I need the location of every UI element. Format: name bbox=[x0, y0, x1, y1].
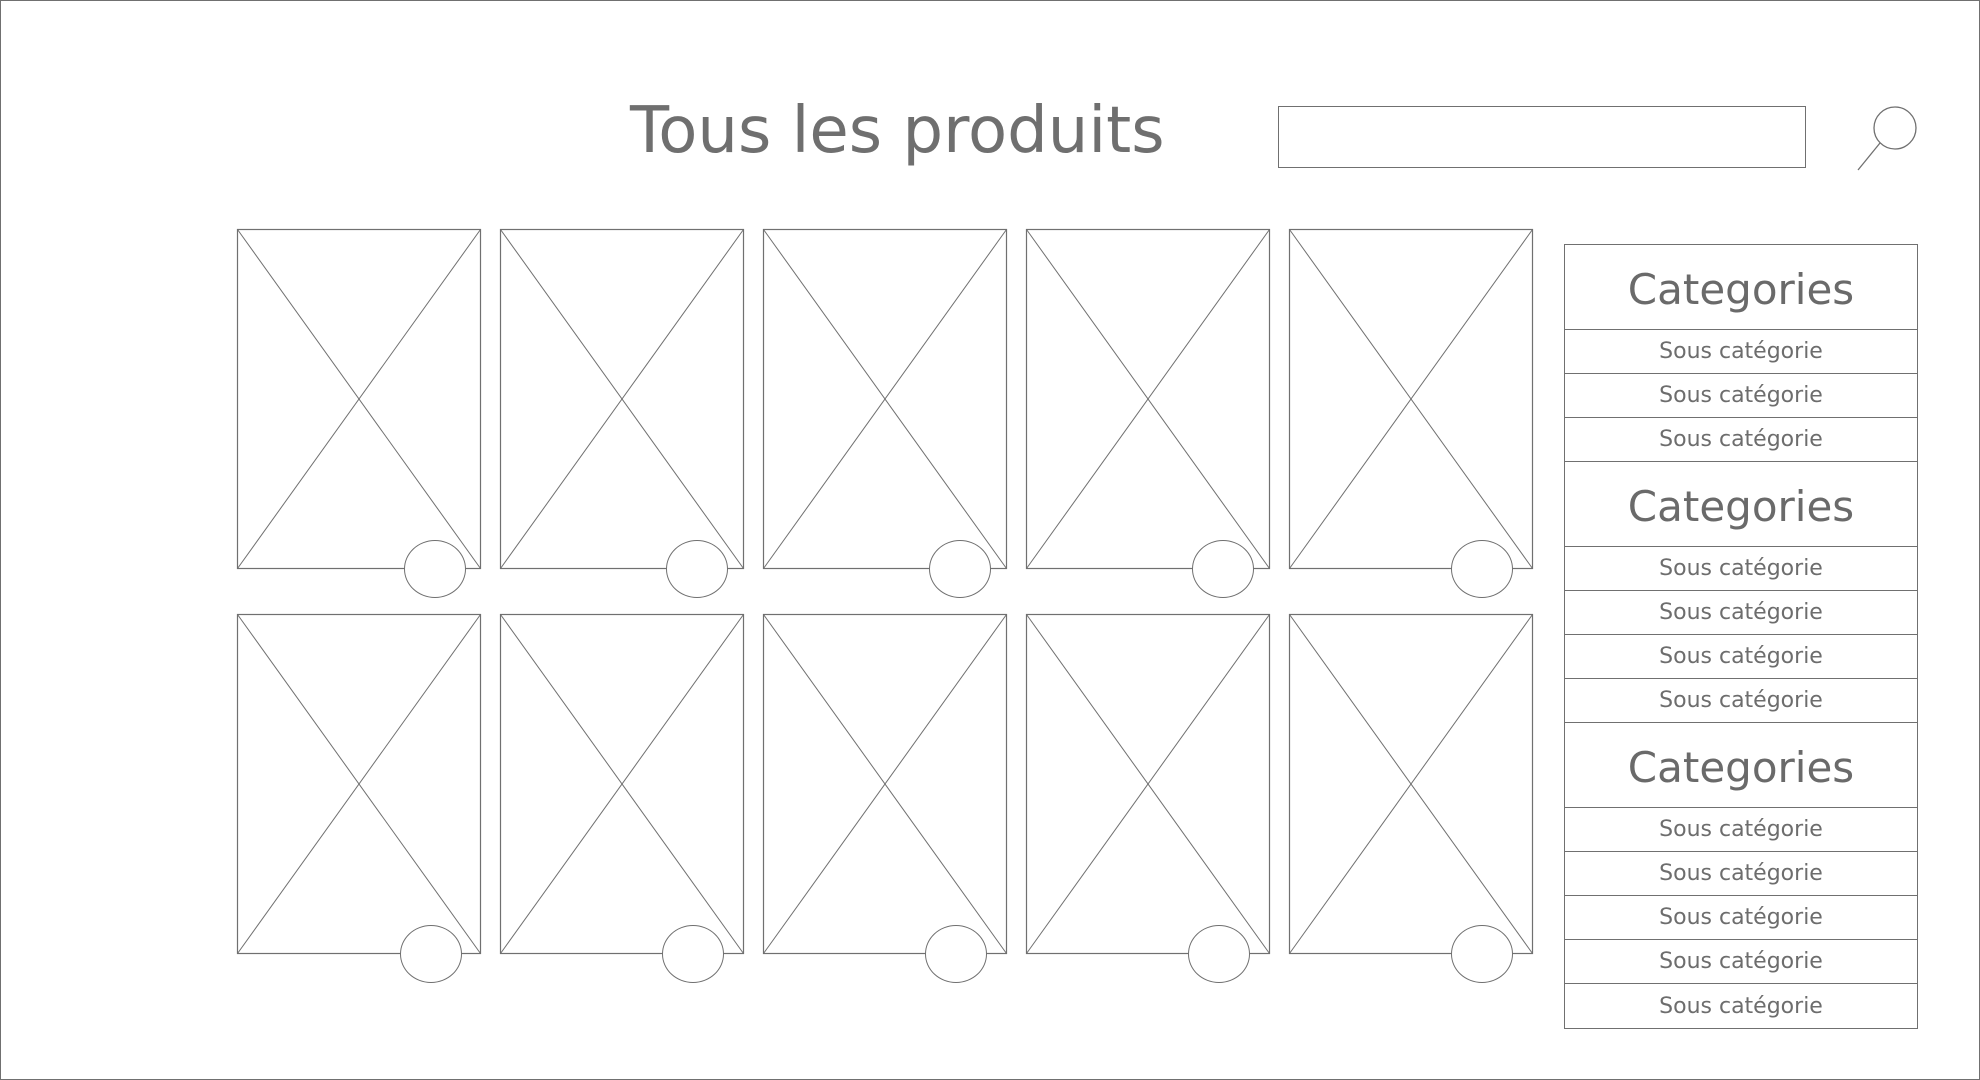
product-card[interactable] bbox=[236, 613, 482, 955]
search-icon bbox=[1857, 106, 1917, 171]
subcategory-item[interactable]: Sous catégorie bbox=[1565, 896, 1917, 940]
product-badge[interactable] bbox=[929, 540, 991, 598]
product-badge[interactable] bbox=[1188, 925, 1250, 983]
subcategory-item[interactable]: Sous catégorie bbox=[1565, 418, 1917, 462]
image-placeholder-icon bbox=[236, 228, 482, 570]
product-card[interactable] bbox=[1025, 613, 1271, 955]
product-badge[interactable] bbox=[925, 925, 987, 983]
product-badge[interactable] bbox=[404, 540, 466, 598]
subcategory-item[interactable]: Sous catégorie bbox=[1565, 808, 1917, 852]
product-badge[interactable] bbox=[666, 540, 728, 598]
subcategory-item[interactable]: Sous catégorie bbox=[1565, 591, 1917, 635]
product-badge[interactable] bbox=[662, 925, 724, 983]
product-badge[interactable] bbox=[1451, 925, 1513, 983]
product-card[interactable] bbox=[1288, 228, 1534, 570]
product-badge[interactable] bbox=[1451, 540, 1513, 598]
subcategory-item[interactable]: Sous catégorie bbox=[1565, 330, 1917, 374]
subcategory-item[interactable]: Sous catégorie bbox=[1565, 374, 1917, 418]
image-placeholder-icon bbox=[1288, 613, 1534, 955]
categories-sidebar: Categories Sous catégorie Sous catégorie… bbox=[1564, 244, 1918, 1029]
subcategory-item[interactable]: Sous catégorie bbox=[1565, 679, 1917, 723]
product-card[interactable] bbox=[762, 228, 1008, 570]
image-placeholder-icon bbox=[499, 613, 745, 955]
product-card[interactable] bbox=[1288, 613, 1534, 955]
subcategory-item[interactable]: Sous catégorie bbox=[1565, 852, 1917, 896]
product-card[interactable] bbox=[499, 228, 745, 570]
category-header: Categories bbox=[1565, 723, 1917, 808]
product-card[interactable] bbox=[499, 613, 745, 955]
image-placeholder-icon bbox=[236, 613, 482, 955]
page-title: Tous les produits bbox=[630, 94, 1165, 168]
product-card[interactable] bbox=[762, 613, 1008, 955]
product-card[interactable] bbox=[236, 228, 482, 570]
image-placeholder-icon bbox=[1025, 613, 1271, 955]
image-placeholder-icon bbox=[1025, 228, 1271, 570]
subcategory-item[interactable]: Sous catégorie bbox=[1565, 984, 1917, 1028]
image-placeholder-icon bbox=[499, 228, 745, 570]
search-button[interactable] bbox=[1854, 104, 1920, 174]
subcategory-item[interactable]: Sous catégorie bbox=[1565, 547, 1917, 591]
image-placeholder-icon bbox=[762, 228, 1008, 570]
product-badge[interactable] bbox=[400, 925, 462, 983]
search-input[interactable] bbox=[1278, 106, 1806, 168]
product-card[interactable] bbox=[1025, 228, 1271, 570]
category-header: Categories bbox=[1565, 245, 1917, 330]
subcategory-item[interactable]: Sous catégorie bbox=[1565, 940, 1917, 984]
subcategory-item[interactable]: Sous catégorie bbox=[1565, 635, 1917, 679]
product-badge[interactable] bbox=[1192, 540, 1254, 598]
category-header: Categories bbox=[1565, 462, 1917, 547]
image-placeholder-icon bbox=[1288, 228, 1534, 570]
image-placeholder-icon bbox=[762, 613, 1008, 955]
